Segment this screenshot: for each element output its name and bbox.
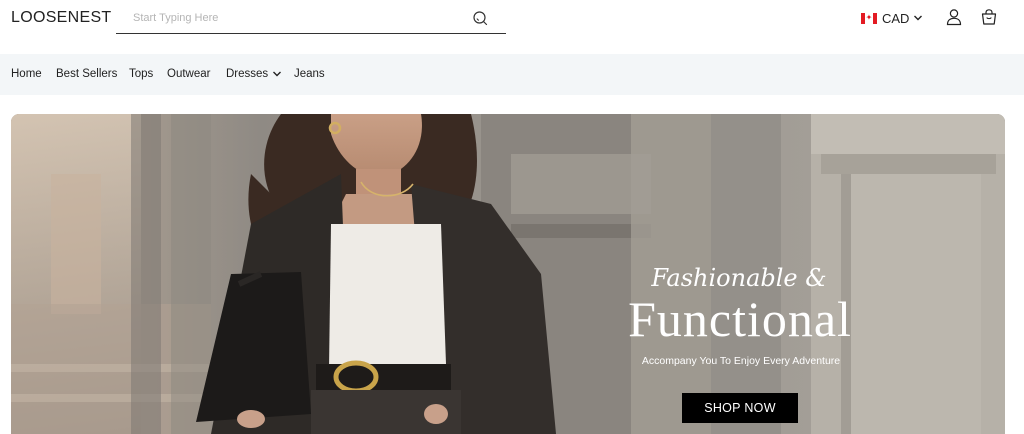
main-navigation: Home Best Sellers Tops Outwear Dresses J… [0,54,1024,95]
chevron-down-icon [914,15,923,21]
nav-item-home[interactable]: Home [11,68,42,80]
currency-selector[interactable]: ✦ CAD [861,10,923,26]
nav-item-dresses-label: Dresses [226,68,269,80]
nav-item-tops[interactable]: Tops [129,68,153,80]
nav-item-dresses[interactable]: Dresses [226,68,282,80]
site-header: LOOSENEST ✦ CAD [0,0,1024,54]
hero-subtitle: Accompany You To Enjoy Every Adventure [641,355,841,367]
user-icon[interactable] [945,8,963,26]
nav-item-outwear[interactable]: Outwear [167,68,210,80]
nav-item-best-sellers[interactable]: Best Sellers [56,68,117,80]
search-bar [116,4,506,34]
hero-banner[interactable]: Fashionable & Functional Accompany You T… [11,114,1005,434]
nav-item-jeans[interactable]: Jeans [294,68,325,80]
search-input[interactable] [133,8,463,28]
hero-kicker: Fashionable & [651,264,827,292]
search-icon[interactable] [472,10,488,26]
shopping-bag-icon[interactable] [980,8,998,26]
shop-now-button[interactable]: SHOP NOW [682,393,798,423]
chevron-down-icon [273,71,282,77]
canada-flag-icon: ✦ [861,12,877,24]
hero-title: Functional [628,291,852,347]
currency-code: CAD [882,10,910,26]
site-logo[interactable]: LOOSENEST [11,9,112,27]
